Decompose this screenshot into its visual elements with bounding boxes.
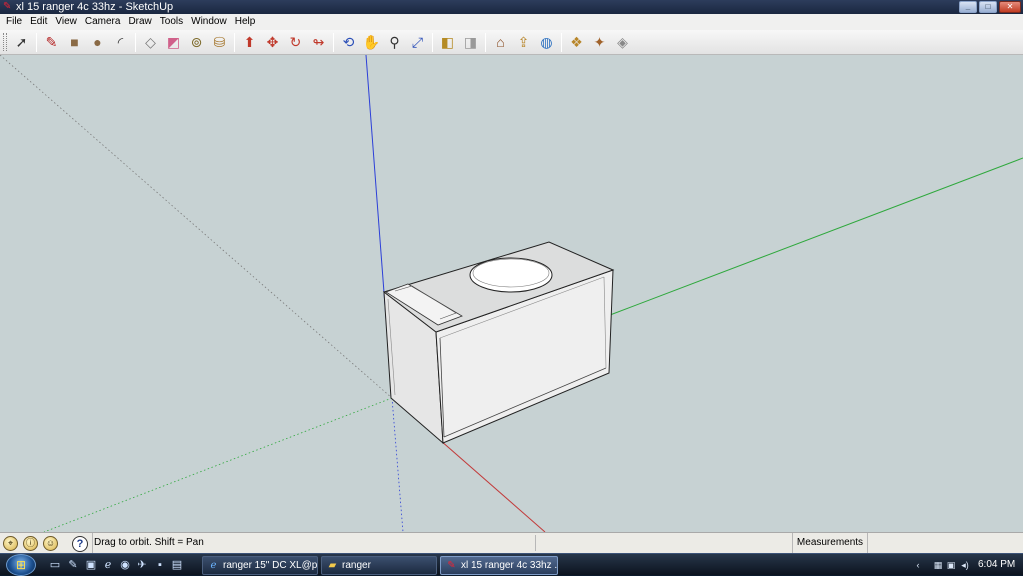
minimize-button[interactable]: _ [959, 1, 977, 13]
system-tray: ‹ ▦ ▣ ◂) 6:04 PM [912, 554, 1023, 576]
menu-draw[interactable]: Draw [124, 14, 155, 30]
taskbar-item-sketchup[interactable]: ✎ xl 15 ranger 4c 33hz ... [440, 556, 558, 575]
toolbar-grip[interactable] [3, 33, 7, 51]
circle-tool-icon[interactable]: ● [86, 32, 109, 53]
toolbar-separator [432, 32, 433, 52]
menu-view[interactable]: View [51, 14, 81, 30]
task-label: ranger 15" DC XL@p... [223, 560, 318, 571]
windows-taskbar: ⊞ ▭ ✎ ▣ ℯ ◉ ✈ ▪ ▤ ℯ ranger 15" DC XL@p..… [0, 553, 1023, 576]
menu-help[interactable]: Help [231, 14, 260, 30]
status-bar: ⌖ ⓘ ☺ ? Drag to orbit. Shift = Pan Measu… [0, 532, 1023, 553]
credits-icon[interactable]: ⓘ [23, 536, 38, 551]
sketchup-app-icon[interactable]: ✎ [3, 2, 13, 12]
orbit-tool-icon[interactable]: ⟲ [337, 32, 360, 53]
volume-icon[interactable]: ◂) [959, 559, 971, 571]
start-button[interactable]: ⊞ [6, 554, 36, 576]
network-icon[interactable]: ▦ [932, 559, 944, 571]
window-title: xl 15 ranger 4c 33hz - SketchUp [16, 1, 174, 13]
push-pull-icon[interactable]: ⬆ [238, 32, 261, 53]
get-models-icon[interactable]: ⌂ [489, 32, 512, 53]
get-components-icon[interactable]: ❖ [565, 32, 588, 53]
tray-expand-icon[interactable]: ‹ [912, 559, 924, 571]
menu-tools[interactable]: Tools [156, 14, 187, 30]
ie-icon: ℯ [210, 560, 217, 571]
quicklaunch-icon[interactable]: ◉ [118, 558, 132, 572]
modeling-viewport[interactable] [0, 55, 1023, 532]
measurements-input[interactable] [870, 535, 1020, 551]
taskbar-item-browser[interactable]: ℯ ranger 15" DC XL@p... [202, 556, 318, 575]
menu-window[interactable]: Window [187, 14, 231, 30]
blue-axis-negative [391, 397, 404, 532]
toolbar-separator [333, 32, 334, 52]
arc-tool-icon[interactable]: ◜ [109, 32, 132, 53]
quicklaunch-icon[interactable]: ▪ [153, 558, 167, 572]
extension-warehouse-icon[interactable]: ◈ [611, 32, 634, 53]
follow-me-icon[interactable]: ↬ [307, 32, 330, 53]
pan-hand-icon[interactable]: ✋ [360, 32, 383, 53]
toolbar-separator [36, 32, 37, 52]
toolbar-separator [561, 32, 562, 52]
zoom-extents-icon[interactable]: ⤢ [406, 32, 429, 53]
menu-edit[interactable]: Edit [26, 14, 51, 30]
google-earth-icon[interactable]: ◍ [535, 32, 558, 53]
task-label: ranger [342, 560, 371, 571]
main-toolbar: ➚ ✎ ■ ● ◜ ◇ ◩ ⊚ ⛁ ⬆ ✥ ↻ ↬ ⟲ ✋ ⚲ ⤢ ◧ ◨ ⌂ … [0, 30, 1023, 55]
geo-location-icon[interactable]: ⌖ [3, 536, 18, 551]
clock[interactable]: 6:04 PM [978, 554, 1015, 576]
folder-icon: ▰ [328, 560, 337, 571]
window-controls: _ □ ✕ [959, 1, 1021, 13]
quicklaunch-icon[interactable]: ▤ [170, 558, 184, 572]
status-divider [535, 535, 536, 551]
task-label: xl 15 ranger 4c 33hz ... [461, 560, 558, 571]
green-axis-negative [43, 397, 393, 532]
move-tool-icon[interactable]: ✥ [261, 32, 284, 53]
toolbar-separator [485, 32, 486, 52]
help-icon[interactable]: ? [72, 536, 88, 552]
red-axis-negative [0, 55, 393, 399]
menu-camera[interactable]: Camera [81, 14, 125, 30]
measurements-label: Measurements [792, 533, 868, 553]
menu-file[interactable]: File [2, 14, 26, 30]
quicklaunch-icon[interactable]: ✈ [135, 558, 149, 572]
make-component-icon[interactable]: ◇ [139, 32, 162, 53]
zoom-tool-icon[interactable]: ⚲ [383, 32, 406, 53]
quicklaunch-icon[interactable]: ▣ [84, 558, 98, 572]
green-axis [609, 157, 1023, 316]
quicklaunch-icon[interactable]: ✎ [66, 558, 80, 572]
tape-measure-icon[interactable]: ⊚ [185, 32, 208, 53]
next-view-icon[interactable]: ◨ [459, 32, 482, 53]
rectangle-tool-icon[interactable]: ■ [63, 32, 86, 53]
user-icon[interactable]: ☺ [43, 536, 58, 551]
sketchup-icon: ✎ [447, 560, 456, 571]
subwoofer-box-model[interactable] [382, 241, 615, 445]
pencil-tool-icon[interactable]: ✎ [40, 32, 63, 53]
eraser-tool-icon[interactable]: ◩ [162, 32, 185, 53]
internet-explorer-icon[interactable]: ℯ [101, 558, 115, 572]
maximize-button[interactable]: □ [979, 1, 997, 13]
rotate-tool-icon[interactable]: ↻ [284, 32, 307, 53]
select-tool-icon[interactable]: ➚ [10, 32, 33, 53]
share-model-icon[interactable]: ⇪ [512, 32, 535, 53]
display-icon[interactable]: ▣ [945, 559, 957, 571]
close-button[interactable]: ✕ [999, 1, 1021, 13]
share-component-icon[interactable]: ✦ [588, 32, 611, 53]
scene-canvas[interactable] [0, 55, 1023, 532]
taskbar-item-folder[interactable]: ▰ ranger [321, 556, 437, 575]
status-message: Drag to orbit. Shift = Pan [92, 533, 532, 553]
menu-bar: File Edit View Camera Draw Tools Window … [0, 14, 1023, 30]
show-desktop-icon[interactable]: ▭ [48, 558, 62, 572]
title-bar: ✎ xl 15 ranger 4c 33hz - SketchUp _ □ ✕ [0, 0, 1023, 14]
toolbar-separator [234, 32, 235, 52]
previous-view-icon[interactable]: ◧ [436, 32, 459, 53]
paint-bucket-icon[interactable]: ⛁ [208, 32, 231, 53]
toolbar-separator [135, 32, 136, 52]
